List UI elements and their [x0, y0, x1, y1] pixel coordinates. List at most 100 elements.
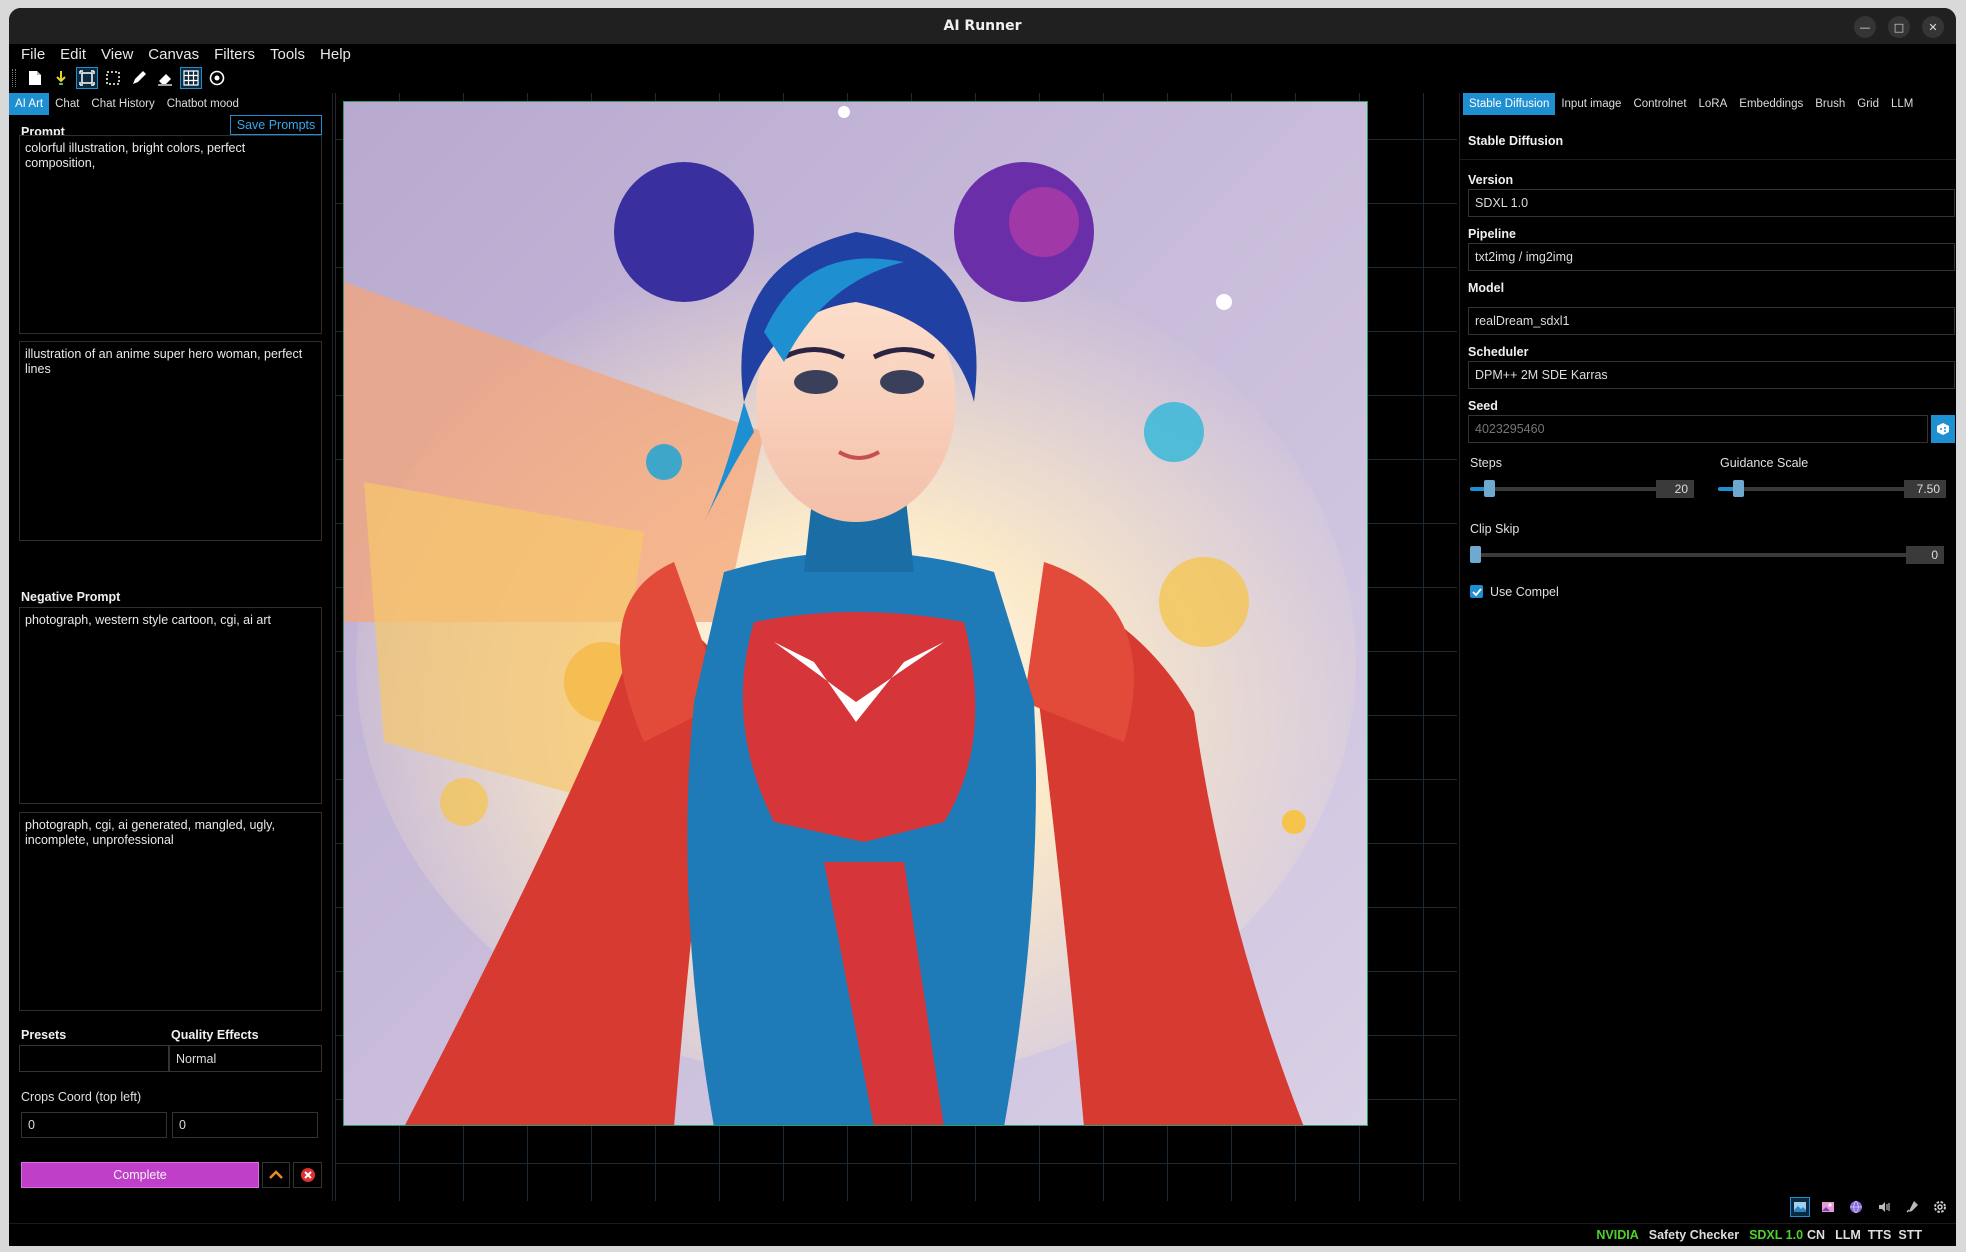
quality-effects-label: Quality Effects	[171, 1028, 259, 1042]
globe-icon[interactable]	[1846, 1197, 1866, 1217]
pipeline-label: Pipeline	[1468, 227, 1516, 241]
presets-label: Presets	[21, 1028, 67, 1042]
tab-chat-history[interactable]: Chat History	[85, 93, 160, 115]
menubar: File Edit View Canvas Filters Tools Help	[9, 44, 1956, 64]
status-controlnet[interactable]: CN	[1807, 1228, 1825, 1242]
close-icon[interactable]: ✕	[1922, 16, 1944, 38]
download-icon[interactable]	[50, 67, 72, 89]
status-tts[interactable]: TTS	[1868, 1228, 1892, 1242]
pipeline-select[interactable]: txt2img / img2img	[1468, 243, 1955, 271]
status-stt[interactable]: STT	[1898, 1228, 1922, 1242]
scheduler-select[interactable]: DPM++ 2M SDE Karras	[1468, 361, 1955, 389]
guidance-scale-label: Guidance Scale	[1720, 456, 1809, 470]
use-compel-checkbox[interactable]	[1470, 585, 1483, 598]
clip-skip-slider[interactable]	[1470, 546, 1916, 563]
status-llm[interactable]: LLM	[1835, 1228, 1861, 1242]
prompt-secondary-input[interactable]: illustration of an anime super hero woma…	[19, 341, 322, 541]
right-tabbar: Stable Diffusion Input image Controlnet …	[1460, 93, 1956, 115]
menu-edit[interactable]: Edit	[60, 46, 86, 63]
menu-tools[interactable]: Tools	[270, 46, 305, 63]
window-controls: — □ ✕	[1854, 16, 1944, 38]
guidance-value[interactable]: 7.50	[1904, 480, 1946, 498]
left-panel: AI Art Chat Chat History Chatbot mood Pr…	[9, 93, 333, 1201]
window-title: AI Runner	[943, 18, 1022, 34]
model-select[interactable]: realDream_sdxl1	[1468, 307, 1955, 335]
tab-chat[interactable]: Chat	[49, 93, 85, 115]
clip-skip-value[interactable]: 0	[1906, 546, 1944, 564]
crops-coord-label: Crops Coord (top left)	[21, 1090, 142, 1104]
crop-x-input[interactable]: 0	[21, 1112, 167, 1138]
chevron-up-icon[interactable]	[262, 1162, 290, 1188]
canvas[interactable]	[335, 93, 1457, 1201]
status-version: SDXL 1.0	[1749, 1228, 1804, 1242]
clip-skip-slider-handle[interactable]	[1470, 546, 1481, 563]
toolbar	[9, 66, 1956, 90]
presets-select[interactable]	[19, 1045, 169, 1072]
tab-controlnet[interactable]: Controlnet	[1627, 93, 1692, 115]
menu-help[interactable]: Help	[320, 46, 351, 63]
circle-target-icon[interactable]	[206, 67, 228, 89]
negative-prompt-secondary-input[interactable]: photograph, cgi, ai generated, mangled, …	[19, 812, 322, 1011]
app-window: AI Runner — □ ✕ File Edit View Canvas Fi…	[9, 8, 1956, 1246]
settings-gear-icon[interactable]	[1930, 1197, 1950, 1217]
seed-label: Seed	[1468, 399, 1498, 413]
gallery-icon[interactable]	[1818, 1197, 1838, 1217]
tray-icons	[1790, 1197, 1950, 1217]
steps-slider[interactable]	[1470, 480, 1663, 497]
active-grid-area-icon[interactable]	[76, 67, 98, 89]
prompt-input[interactable]: colorful illustration, bright colors, pe…	[19, 135, 322, 334]
tab-grid[interactable]: Grid	[1851, 93, 1885, 115]
menu-canvas[interactable]: Canvas	[148, 46, 199, 63]
audio-icon[interactable]	[1874, 1197, 1894, 1217]
eraser-icon[interactable]	[154, 67, 176, 89]
tab-embeddings[interactable]: Embeddings	[1733, 93, 1809, 115]
image-panel-icon[interactable]	[1790, 1197, 1810, 1217]
toolbar-grip[interactable]	[12, 69, 16, 87]
crop-y-input[interactable]: 0	[172, 1112, 318, 1138]
section-title: Stable Diffusion	[1468, 134, 1564, 148]
grid-icon[interactable]	[180, 67, 202, 89]
tab-llm[interactable]: LLM	[1885, 93, 1919, 115]
seed-input[interactable]	[1468, 415, 1928, 443]
clip-skip-label: Clip Skip	[1470, 522, 1520, 536]
tab-brush[interactable]: Brush	[1809, 93, 1851, 115]
random-seed-dice-icon[interactable]	[1931, 415, 1955, 443]
model-label: Model	[1468, 281, 1505, 295]
menu-view[interactable]: View	[101, 46, 133, 63]
generate-button[interactable]: Complete	[21, 1162, 259, 1188]
menu-filters[interactable]: Filters	[214, 46, 255, 63]
generated-image[interactable]	[343, 101, 1368, 1126]
quality-effects-select[interactable]: Normal	[169, 1045, 322, 1072]
tab-ai-art[interactable]: AI Art	[9, 93, 50, 115]
tab-chatbot-mood[interactable]: Chatbot mood	[161, 93, 245, 115]
steps-slider-handle[interactable]	[1484, 480, 1495, 497]
negative-prompt-label: Negative Prompt	[21, 590, 121, 604]
pencil-icon[interactable]	[128, 67, 150, 89]
guidance-slider-handle[interactable]	[1733, 480, 1744, 497]
version-select[interactable]: SDXL 1.0	[1468, 189, 1955, 217]
negative-prompt-input[interactable]: photograph, western style cartoon, cgi, …	[19, 607, 322, 804]
status-gpu: NVIDIA	[1596, 1228, 1639, 1242]
status-safety-checker[interactable]: Safety Checker	[1649, 1228, 1739, 1242]
left-tabbar: AI Art Chat Chat History Chatbot mood	[9, 93, 332, 115]
tab-input-image[interactable]: Input image	[1555, 93, 1627, 115]
save-prompts-button[interactable]: Save Prompts	[230, 115, 322, 135]
divider	[1460, 159, 1956, 160]
scheduler-label: Scheduler	[1468, 345, 1529, 359]
menu-file[interactable]: File	[21, 46, 45, 63]
cancel-icon[interactable]	[293, 1162, 322, 1188]
tab-lora[interactable]: LoRA	[1693, 93, 1734, 115]
guidance-slider[interactable]	[1718, 480, 1913, 497]
tab-stable-diffusion[interactable]: Stable Diffusion	[1463, 93, 1556, 115]
microphone-icon[interactable]	[1902, 1197, 1922, 1217]
steps-value[interactable]: 20	[1656, 480, 1694, 498]
right-panel: Stable Diffusion Input image Controlnet …	[1459, 93, 1956, 1201]
maximize-icon[interactable]: □	[1888, 16, 1910, 38]
steps-label: Steps	[1470, 456, 1502, 470]
titlebar: AI Runner — □ ✕	[9, 8, 1956, 44]
new-document-icon[interactable]	[24, 67, 46, 89]
selection-icon[interactable]	[102, 67, 124, 89]
minimize-icon[interactable]: —	[1854, 16, 1876, 38]
statusbar: NVIDIA Safety Checker SDXL 1.0 CN LLM TT…	[9, 1223, 1956, 1246]
use-compel-label: Use Compel	[1490, 585, 1559, 599]
